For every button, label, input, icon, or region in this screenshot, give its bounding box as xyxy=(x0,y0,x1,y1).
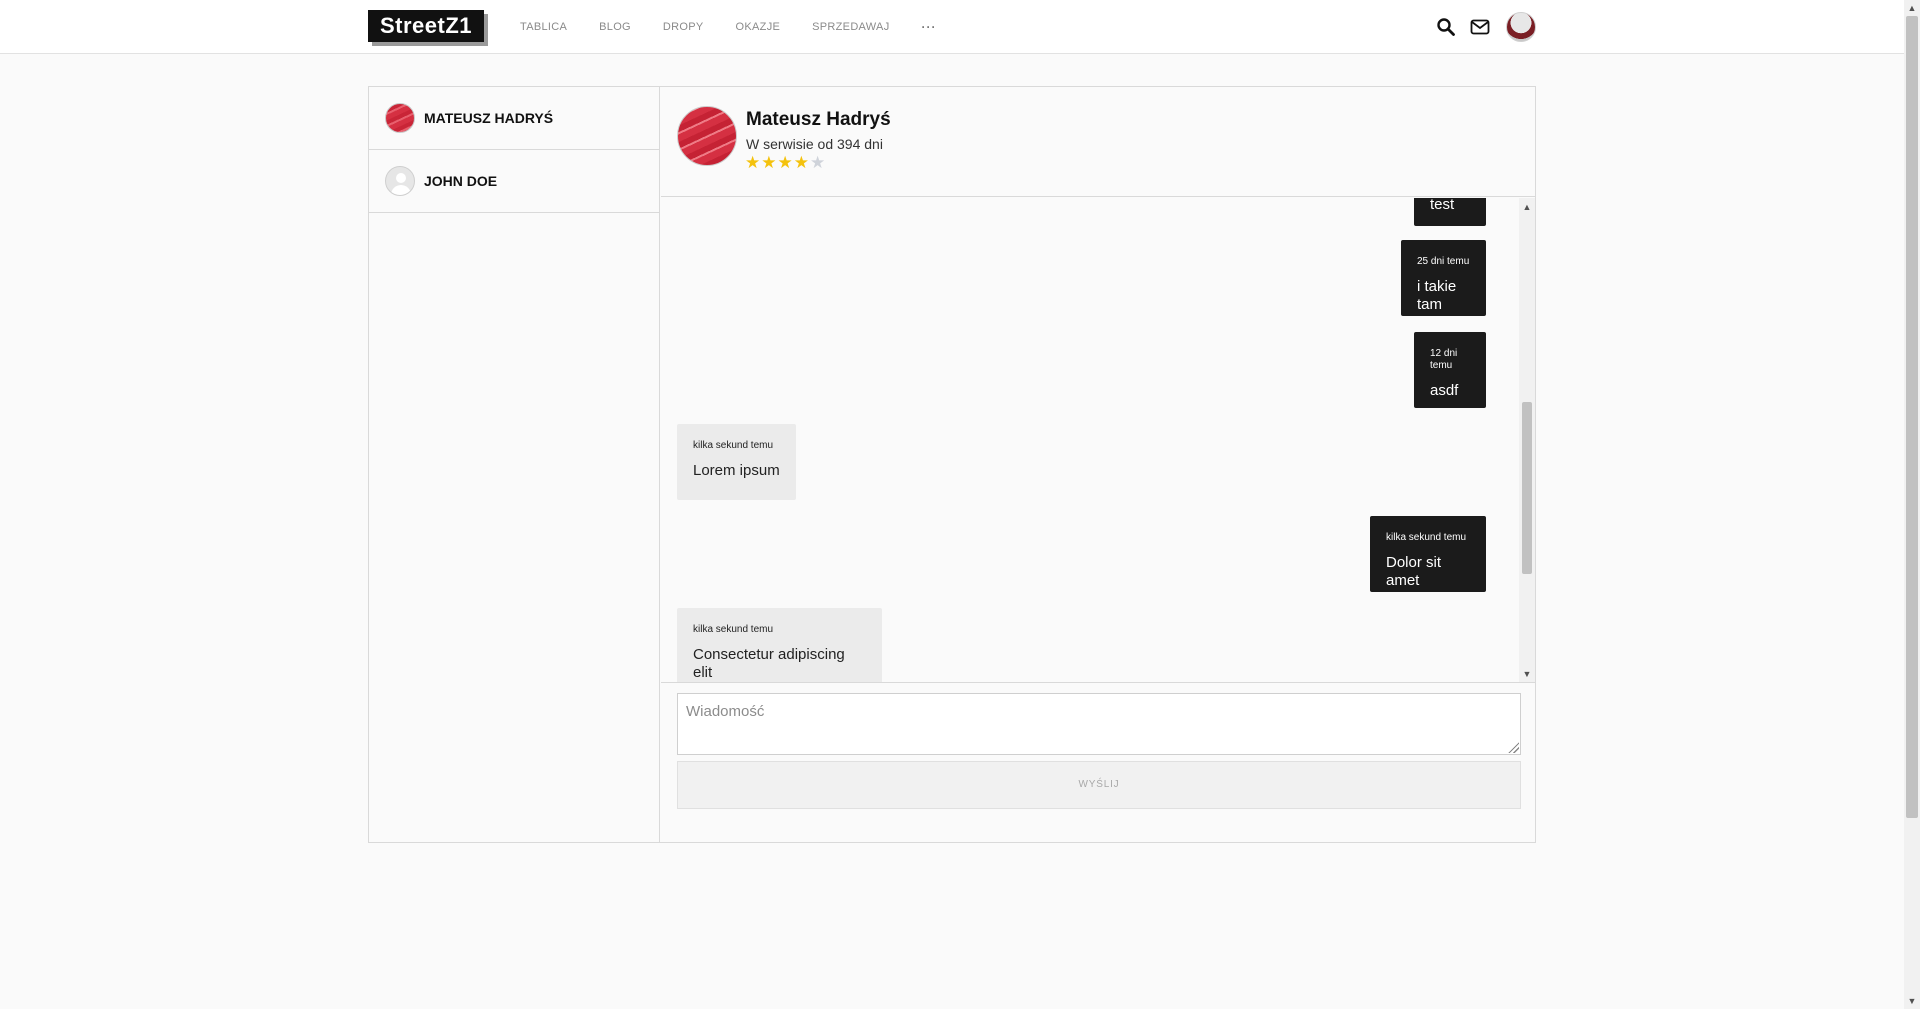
nav-item-okazje[interactable]: OKAZJE xyxy=(736,21,781,33)
message-bubble: 12 dni temu asdf xyxy=(1414,332,1486,408)
scroll-down-arrow-icon[interactable]: ▼ xyxy=(1904,994,1920,1008)
conversation-name: JOHN DOE xyxy=(424,173,498,189)
avatar[interactable] xyxy=(677,106,737,166)
top-actions xyxy=(1436,12,1536,42)
star-icon: ★ xyxy=(793,153,810,172)
chat-header: Mateusz Hadryś W serwisie od 394 dni ★★★… xyxy=(661,87,1535,197)
message-text: asdf xyxy=(1430,382,1459,399)
message-time: 25 dni temu xyxy=(1417,256,1470,267)
rating-stars: ★★★★★ xyxy=(745,153,826,173)
default-user-icon xyxy=(385,166,415,196)
send-button[interactable]: WYŚLIJ xyxy=(677,761,1521,809)
member-since: W serwisie od 394 dni xyxy=(746,136,883,152)
scrollbar-thumb[interactable] xyxy=(1906,16,1918,818)
message-bubble: kilka sekund temu Consectetur adipiscing… xyxy=(677,608,882,682)
message-time: kilka sekund temu xyxy=(1386,532,1467,543)
scroll-down-arrow-icon[interactable]: ▼ xyxy=(1519,667,1535,681)
star-icon: ★ xyxy=(761,153,778,172)
chat-partner-name[interactable]: Mateusz Hadryś xyxy=(746,109,891,131)
scrollbar-thumb[interactable] xyxy=(1522,402,1532,574)
mail-icon[interactable] xyxy=(1470,17,1490,37)
nav-more-button[interactable]: ··· xyxy=(922,20,937,34)
message-bubble: 25 dni temu i takie tam xyxy=(1401,240,1486,316)
message-time: 12 dni temu xyxy=(1430,348,1458,371)
message-input[interactable] xyxy=(677,693,1521,755)
top-navbar: StreetZ1 TABLICA BLOG DROPY OKAZJE SPRZE… xyxy=(0,0,1904,54)
resize-handle-icon[interactable] xyxy=(1507,741,1519,753)
nav-item-blog[interactable]: BLOG xyxy=(599,21,631,33)
conversation-item[interactable]: MATEUSZ HADRYŚ xyxy=(369,87,659,150)
message-text: test xyxy=(1430,198,1455,213)
scroll-up-arrow-icon[interactable]: ▲ xyxy=(1904,1,1920,15)
message-bubble: kilka sekund temu Lorem ipsum xyxy=(677,424,796,500)
user-avatar[interactable] xyxy=(1506,12,1536,42)
nav-item-dropy[interactable]: DROPY xyxy=(663,21,704,33)
message-list[interactable]: test 25 dni temu i takie tam 12 dni temu… xyxy=(661,198,1535,683)
message-time: kilka sekund temu xyxy=(693,624,774,635)
message-text: i takie tam xyxy=(1417,278,1457,313)
message-time: kilka sekund temu xyxy=(693,440,774,451)
star-icon: ★ xyxy=(810,153,827,172)
avatar xyxy=(385,103,415,133)
message-scrollbar[interactable]: ▲ ▼ xyxy=(1519,198,1535,682)
star-icon: ★ xyxy=(777,153,794,172)
conversation-item[interactable]: JOHN DOE xyxy=(369,150,659,213)
message-text: Dolor sit amet xyxy=(1386,554,1442,589)
conversation-name: MATEUSZ HADRYŚ xyxy=(424,110,554,126)
page-scrollbar[interactable]: ▲ ▼ xyxy=(1904,0,1920,1009)
nav-item-tablica[interactable]: TABLICA xyxy=(520,21,567,33)
logo[interactable]: StreetZ1 xyxy=(368,10,484,42)
star-icon: ★ xyxy=(745,153,762,172)
scroll-up-arrow-icon[interactable]: ▲ xyxy=(1519,200,1535,214)
message-bubble: kilka sekund temu Dolor sit amet xyxy=(1370,516,1486,592)
chat-area: Mateusz Hadryś W serwisie od 394 dni ★★★… xyxy=(661,87,1535,842)
nav-item-sprzedawaj[interactable]: SPRZEDAWAJ xyxy=(812,21,889,33)
message-bubble: test xyxy=(1414,198,1486,226)
main-nav: TABLICA BLOG DROPY OKAZJE SPRZEDAWAJ ··· xyxy=(520,0,937,54)
search-icon[interactable] xyxy=(1436,17,1456,37)
message-text: Consectetur adipiscing elit xyxy=(693,646,845,681)
conversation-list: MATEUSZ HADRYŚ JOHN DOE xyxy=(369,87,660,842)
message-text: Lorem ipsum xyxy=(693,462,780,479)
messages-panel: MATEUSZ HADRYŚ JOHN DOE Mateusz Hadryś W… xyxy=(368,86,1536,843)
